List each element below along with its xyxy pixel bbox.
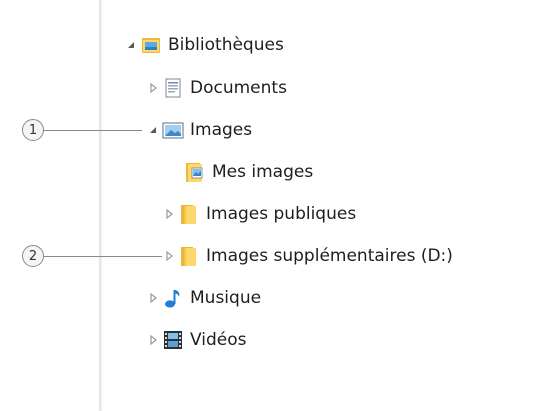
- pictures-folder-icon: [184, 161, 206, 183]
- callout-leader-line: [44, 129, 142, 131]
- tree-item-label: Bibliothèques: [168, 35, 284, 55]
- tree-item-label: Images supplémentaires (D:): [206, 246, 453, 266]
- tree-item-images[interactable]: Images: [146, 114, 252, 146]
- collapsed-arrow-icon[interactable]: [146, 291, 160, 305]
- folder-icon: [178, 203, 200, 225]
- collapsed-arrow-icon[interactable]: [162, 249, 176, 263]
- callout-1: 1: [22, 119, 142, 141]
- expanded-arrow-icon[interactable]: [124, 38, 138, 52]
- tree-item-label: Documents: [190, 78, 287, 98]
- tree-item-label: Images: [190, 120, 253, 140]
- tree-item-extra-images[interactable]: Images supplémentaires (D:): [162, 240, 453, 272]
- collapsed-arrow-icon[interactable]: [146, 333, 160, 347]
- tree-item-label: Musique: [190, 288, 262, 308]
- music-note-icon: [162, 287, 184, 309]
- callout-number: 1: [22, 119, 44, 141]
- pictures-library-icon: [162, 119, 184, 141]
- tree-item-label: Vidéos: [190, 330, 247, 350]
- navigation-tree: Bibliothèques Documents Images Mes image…: [0, 0, 536, 411]
- callout-number: 2: [22, 245, 44, 267]
- tree-item-music[interactable]: Musique: [146, 282, 261, 314]
- collapsed-arrow-icon[interactable]: [146, 81, 160, 95]
- tree-item-libraries[interactable]: Bibliothèques: [124, 29, 284, 61]
- callout-leader-line: [44, 255, 162, 257]
- tree-item-public-images[interactable]: Images publiques: [162, 198, 356, 230]
- tree-item-videos[interactable]: Vidéos: [146, 324, 247, 356]
- expanded-arrow-icon[interactable]: [146, 123, 160, 137]
- collapsed-arrow-icon[interactable]: [162, 207, 176, 221]
- tree-item-documents[interactable]: Documents: [146, 72, 287, 104]
- folder-icon: [178, 245, 200, 267]
- documents-icon: [162, 77, 184, 99]
- callout-2: 2: [22, 245, 162, 267]
- tree-item-label: Mes images: [212, 162, 314, 182]
- film-strip-icon: [162, 329, 184, 351]
- libraries-icon: [140, 34, 162, 56]
- tree-item-label: Images publiques: [206, 204, 357, 224]
- tree-item-my-images[interactable]: Mes images: [184, 156, 313, 188]
